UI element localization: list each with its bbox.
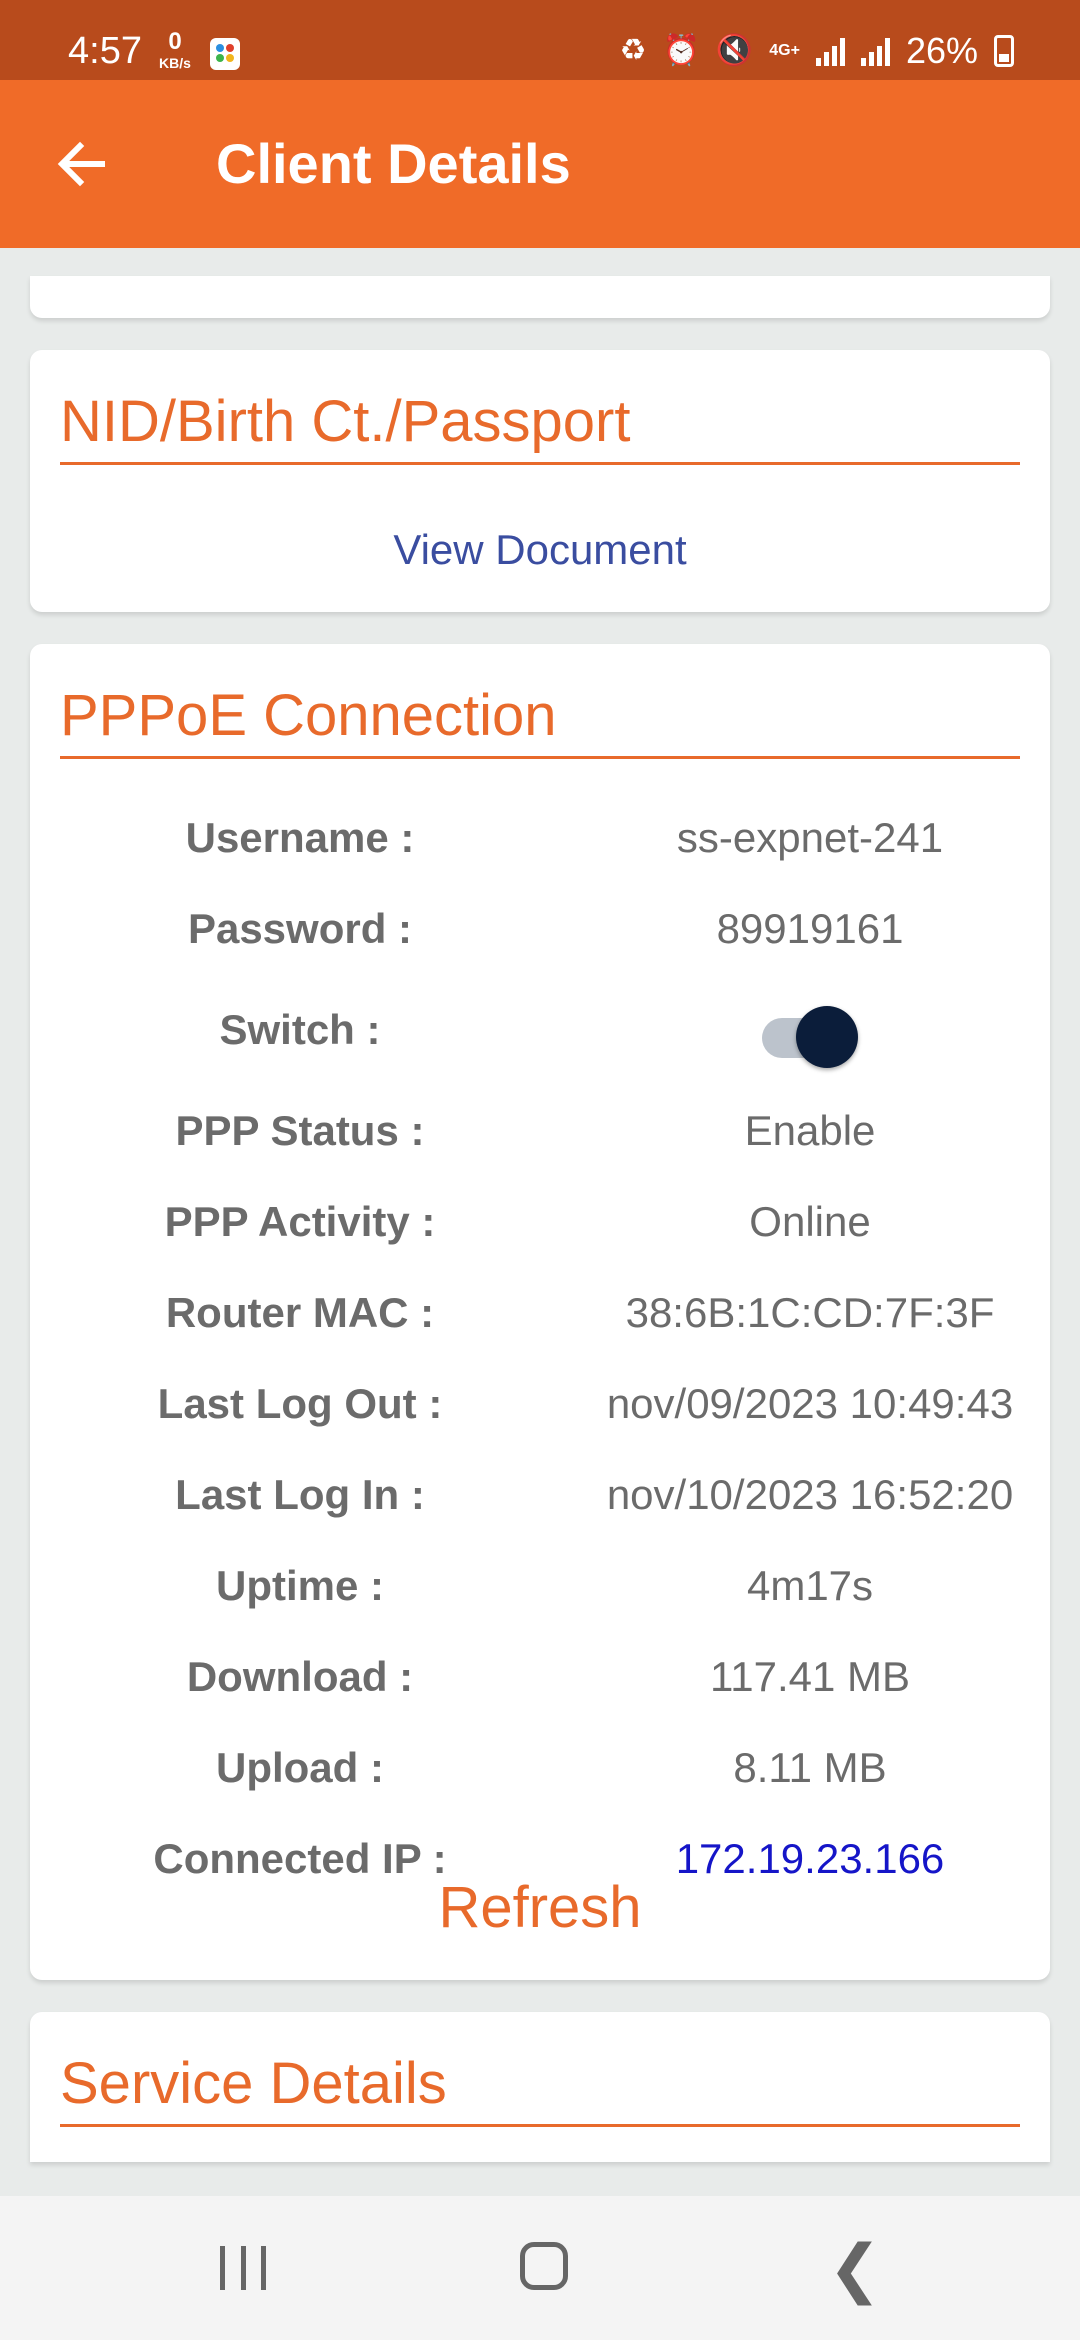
network-type: 4G+ (769, 42, 800, 59)
navigation-bar: ❮ (0, 2196, 1080, 2340)
net-speed-unit: KB/s (159, 55, 191, 71)
router-mac-row: Router MAC : 38:6B:1C:CD:7F:3F (30, 1267, 1050, 1358)
row-label: PPP Status : (175, 1106, 425, 1154)
app-notification-icon (210, 38, 240, 70)
toggle-thumb (796, 1005, 858, 1068)
row-label: Uptime : (216, 1561, 384, 1609)
uptime-row: Uptime : 4m17s (30, 1540, 1050, 1631)
pppoe-card: PPPoE Connection Username : ss-expnet-24… (30, 644, 1050, 1980)
password-value: 89919161 (716, 904, 904, 952)
last-login-value: nov/10/2023 16:52:20 (606, 1470, 1014, 1518)
row-label: PPP Activity : (164, 1197, 436, 1245)
last-logout-row: Last Log Out : nov/09/2023 10:49:43 (30, 1358, 1050, 1449)
ppp-status-row: PPP Status : Enable (30, 1085, 1050, 1176)
row-label: Password : (187, 904, 413, 952)
signal-icon (815, 36, 845, 66)
uptime-value: 4m17s (746, 1561, 874, 1609)
row-label: Last Log In : (175, 1470, 425, 1518)
status-bar: 4:57 0 KB/s ♻ ⏰ 🔇 4G+ 26% (0, 0, 1080, 80)
net-speed-value: 0 (168, 28, 182, 55)
previous-card (30, 276, 1050, 318)
home-icon[interactable] (520, 2242, 568, 2290)
status-icons: ♻ ⏰ 🔇 4G+ 26% (620, 30, 1014, 72)
ppp-switch-toggle[interactable] (762, 1000, 858, 1068)
back-button[interactable] (50, 132, 114, 196)
ppp-activity-value: Online (749, 1197, 871, 1245)
status-time: 4:57 (68, 30, 142, 72)
upload-row: Upload : 8.11 MB (30, 1722, 1050, 1813)
password-row: Password : 89919161 (30, 883, 1050, 974)
mute-icon: 🔇 (715, 34, 754, 67)
row-label: Download : (186, 1652, 414, 1700)
nid-card: NID/Birth Ct./Passport View Document (30, 350, 1050, 612)
username-value: ss-expnet-241 (676, 813, 944, 861)
service-heading: Service Details (60, 2052, 1020, 2127)
view-document-link[interactable]: View Document (30, 526, 1050, 574)
ppp-activity-row: PPP Activity : Online (30, 1176, 1050, 1267)
app-bar: Client Details (0, 80, 1080, 248)
alarm-icon: ⏰ (662, 34, 700, 67)
row-label: Last Log Out : (157, 1379, 443, 1427)
arrow-left-icon (57, 141, 105, 187)
row-label: Switch : (219, 1005, 381, 1053)
page-title: Client Details (216, 132, 571, 195)
switch-row: Switch : (30, 974, 1050, 1085)
battery-icon (994, 35, 1014, 67)
pppoe-details: Username : ss-expnet-241 Password : 8991… (30, 792, 1050, 1904)
recent-apps-icon[interactable] (220, 2246, 266, 2290)
row-label: Username : (185, 813, 415, 861)
battery-percent: 26% (905, 30, 978, 71)
recycle-icon: ♻ (619, 34, 647, 67)
nid-heading: NID/Birth Ct./Passport (60, 390, 1020, 465)
ppp-status-value: Enable (744, 1106, 876, 1154)
router-mac-value: 38:6B:1C:CD:7F:3F (625, 1288, 995, 1336)
signal-icon-2 (860, 36, 890, 66)
upload-value: 8.11 MB (733, 1743, 887, 1791)
pppoe-heading: PPPoE Connection (60, 684, 1020, 759)
service-card: Service Details (30, 2012, 1050, 2162)
refresh-button[interactable]: Refresh (30, 1876, 1050, 1940)
nav-back-icon[interactable]: ❮ (828, 2236, 882, 2300)
download-value: 117.41 MB (709, 1652, 910, 1700)
download-row: Download : 117.41 MB (30, 1631, 1050, 1722)
net-speed: 0 KB/s (152, 28, 198, 71)
switch-cell (570, 1000, 1050, 1068)
username-row: Username : ss-expnet-241 (30, 792, 1050, 883)
last-logout-value: nov/09/2023 10:49:43 (606, 1379, 1014, 1427)
row-label: Upload : (216, 1743, 384, 1791)
row-label: Router MAC : (165, 1288, 435, 1336)
last-login-row: Last Log In : nov/10/2023 16:52:20 (30, 1449, 1050, 1540)
